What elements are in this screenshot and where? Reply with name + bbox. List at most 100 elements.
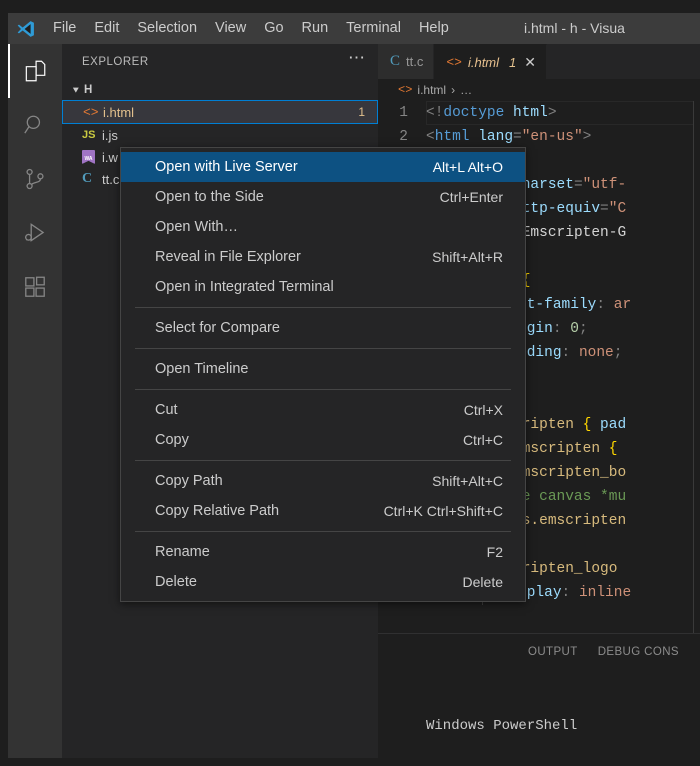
code-line: 1 <!doctype html> <box>378 101 700 125</box>
context-menu-item-open-with-live-server[interactable]: Open with Live Server Alt+L Alt+O <box>121 152 525 182</box>
html-icon: <> <box>83 104 99 120</box>
menu-item-label: Rename <box>155 544 210 560</box>
menu-item-shortcut: Ctrl+X <box>463 402 503 418</box>
editor-tabs: C tt.c <> i.html 1 ✕ <box>378 44 700 79</box>
panel-tabs: OUTPUT DEBUG CONS <box>378 634 700 669</box>
context-menu-item-cut[interactable]: Cut Ctrl+X <box>121 395 525 425</box>
c-icon: C <box>82 171 93 186</box>
tab-label: tt.c <box>406 54 424 69</box>
tree-item-i-html[interactable]: <> i.html 1 <box>62 100 378 124</box>
c-icon: C <box>390 53 401 69</box>
tree-folder-h[interactable]: ▼ H <box>62 79 378 101</box>
menu-item-label: Open to the Side <box>155 189 264 205</box>
menu-run[interactable]: Run <box>293 13 338 44</box>
activity-source-control[interactable] <box>8 152 62 206</box>
minimap-edge[interactable] <box>693 101 700 653</box>
context-menu-item-open-to-the-side[interactable]: Open to the Side Ctrl+Enter <box>121 182 525 212</box>
tree-item-i-js[interactable]: JS i.js <box>62 124 378 146</box>
menu-separator <box>135 307 511 308</box>
menu-item-shortcut: Shift+Alt+R <box>432 249 503 265</box>
menu-bar[interactable]: File Edit Selection View Go Run Terminal… <box>44 13 458 44</box>
breadcrumb-file[interactable]: i.html <box>417 83 446 97</box>
menu-file[interactable]: File <box>44 13 85 44</box>
line-text: <html lang="en-us"> <box>426 129 592 145</box>
menu-separator <box>135 531 511 532</box>
html-icon: <> <box>446 54 462 70</box>
panel-tab-output[interactable]: OUTPUT <box>528 646 578 658</box>
menu-go[interactable]: Go <box>255 13 292 44</box>
terminal-line: Windows PowerShell <box>426 718 578 734</box>
menu-help[interactable]: Help <box>410 13 458 44</box>
context-menu[interactable]: Open with Live Server Alt+L Alt+O Open t… <box>120 147 526 602</box>
activity-explorer[interactable] <box>8 44 62 98</box>
menu-item-label: Copy <box>155 432 189 448</box>
menu-edit[interactable]: Edit <box>85 13 128 44</box>
menu-separator <box>135 460 511 461</box>
title-bar: File Edit Selection View Go Run Terminal… <box>8 13 700 44</box>
html-icon: <> <box>398 83 413 97</box>
activity-extensions[interactable] <box>8 260 62 314</box>
menu-item-shortcut: F2 <box>486 544 503 560</box>
menu-item-label: Open in Integrated Terminal <box>155 279 334 295</box>
menu-separator <box>135 389 511 390</box>
chevron-down-icon: ▼ <box>70 85 82 95</box>
tab-tt-c[interactable]: C tt.c <box>378 44 435 79</box>
menu-item-shortcut: Delete <box>462 574 503 590</box>
context-menu-item-copy-path[interactable]: Copy Path Shift+Alt+C <box>121 466 525 496</box>
js-icon: JS <box>82 129 96 141</box>
chevron-right-icon: › <box>451 83 456 97</box>
menu-item-shortcut: Ctrl+K Ctrl+Shift+C <box>383 503 503 519</box>
menu-item-label: Select for Compare <box>155 320 280 336</box>
menu-item-label: Open Timeline <box>155 361 249 377</box>
tab-i-html[interactable]: <> i.html 1 ✕ <box>434 44 547 79</box>
menu-item-shortcut: Ctrl+Enter <box>439 189 503 205</box>
context-menu-item-delete[interactable]: Delete Delete <box>121 567 525 597</box>
menu-selection[interactable]: Selection <box>128 13 206 44</box>
tab-badge: 1 <box>509 54 517 70</box>
vscode-logo-icon <box>8 13 44 44</box>
tree-item-label: i.html <box>103 104 135 120</box>
context-menu-item-reveal-in-file-explorer[interactable]: Reveal in File Explorer Shift+Alt+R <box>121 242 525 272</box>
ellipsis-icon[interactable]: ⋯ <box>348 49 366 70</box>
context-menu-item-open-in-integrated-terminal[interactable]: Open in Integrated Terminal <box>121 272 525 302</box>
folder-name-label: H <box>84 84 93 96</box>
tree-item-label: i.js <box>102 127 118 143</box>
tab-label: i.html <box>467 54 500 70</box>
context-menu-item-open-with[interactable]: Open With… <box>121 212 525 242</box>
menu-item-label: Copy Path <box>155 473 223 489</box>
menu-item-label: Open with Live Server <box>155 159 298 175</box>
menu-item-label: Open With… <box>155 219 238 235</box>
activity-search[interactable] <box>8 98 62 152</box>
context-menu-item-rename[interactable]: Rename F2 <box>121 537 525 567</box>
search-icon <box>22 112 48 138</box>
breadcrumb[interactable]: <> i.html › … <box>378 79 700 101</box>
extensions-icon <box>22 274 48 300</box>
activity-bar <box>8 44 62 758</box>
line-number: 2 <box>399 129 408 145</box>
line-text: <!doctype html> <box>426 101 700 125</box>
files-icon <box>22 58 48 84</box>
wasm-icon: WA <box>82 150 102 164</box>
menu-separator <box>135 348 511 349</box>
vscode-window: File Edit Selection View Go Run Terminal… <box>0 0 700 766</box>
close-icon[interactable]: ✕ <box>524 54 536 71</box>
source-control-icon <box>22 166 48 192</box>
line-number: 1 <box>399 105 408 121</box>
menu-item-label: Copy Relative Path <box>155 503 280 519</box>
tree-item-badge: 1 <box>358 105 365 119</box>
breadcrumb-trail[interactable]: … <box>460 83 472 97</box>
context-menu-item-copy-relative-path[interactable]: Copy Relative Path Ctrl+K Ctrl+Shift+C <box>121 496 525 526</box>
activity-run-and-debug[interactable] <box>8 206 62 260</box>
context-menu-item-select-for-compare[interactable]: Select for Compare <box>121 313 525 343</box>
context-menu-item-open-timeline[interactable]: Open Timeline <box>121 354 525 384</box>
menu-item-label: Reveal in File Explorer <box>155 249 301 265</box>
window-title: i.html - h - Visua <box>524 20 625 36</box>
run-debug-icon <box>22 220 48 246</box>
terminal-output[interactable]: Windows PowerShell 版权所有（C） Microsoft Cor… <box>378 669 700 766</box>
panel-tab-debug-console[interactable]: DEBUG CONS <box>598 646 679 658</box>
menu-item-label: Delete <box>155 574 197 590</box>
menu-terminal[interactable]: Terminal <box>337 13 410 44</box>
menu-view[interactable]: View <box>206 13 255 44</box>
menu-item-shortcut: Ctrl+C <box>462 432 503 448</box>
context-menu-item-copy[interactable]: Copy Ctrl+C <box>121 425 525 455</box>
